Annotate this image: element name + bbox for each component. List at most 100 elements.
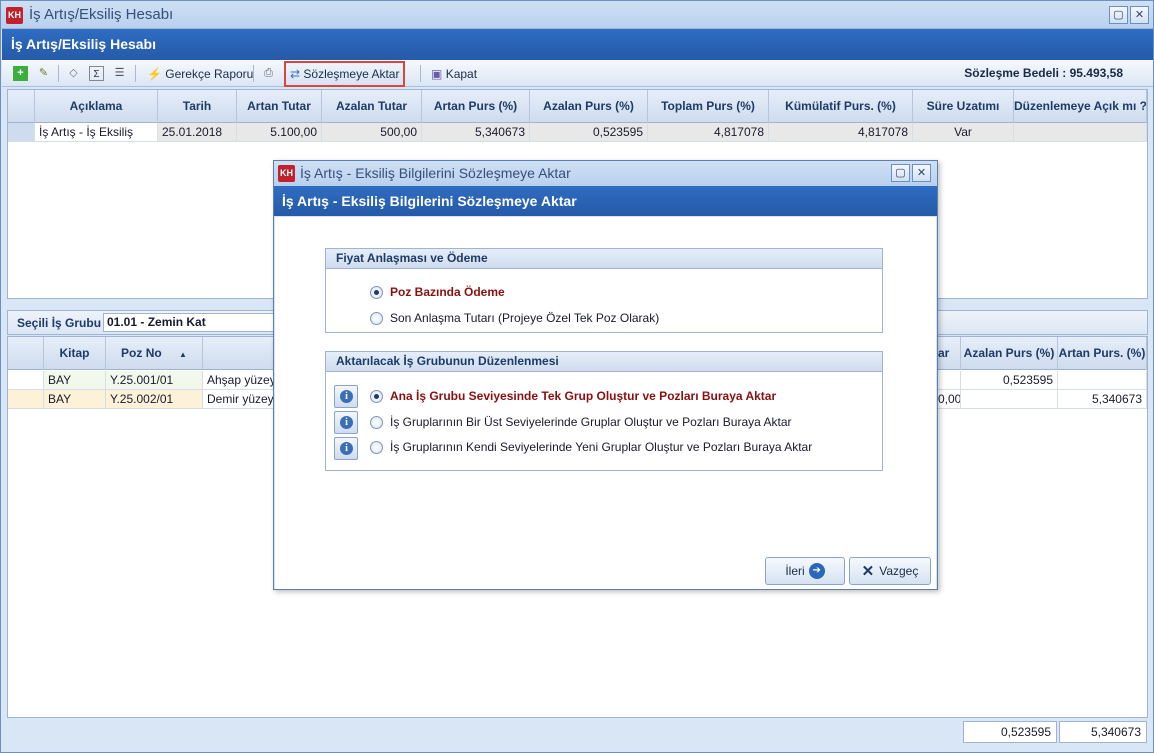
table-cell[interactable] <box>1058 371 1147 390</box>
table-cell[interactable]: Y.25.002/01 <box>106 390 203 409</box>
table-cell[interactable]: Ahşap yüzeyl <box>203 371 275 390</box>
info-button[interactable]: i <box>334 385 358 408</box>
table-cell[interactable]: İş Artış - İş Eksiliş <box>35 123 158 142</box>
table-cell[interactable]: 0,523595 <box>530 123 648 142</box>
eraser-icon[interactable]: ◇ <box>66 66 81 81</box>
radio-indicator <box>370 285 383 299</box>
column-header[interactable]: Artan Purs (%) <box>422 90 530 123</box>
toolbar-separator <box>420 65 421 82</box>
kapat-button[interactable]: ▣ Kapat <box>426 63 482 85</box>
column-header[interactable]: Kümülatif Purs. (%) <box>769 90 913 123</box>
column-header[interactable]: Azalan Tutar <box>322 90 422 123</box>
column-header[interactable] <box>203 337 275 370</box>
group-label: Seçili İş Grubu <box>17 316 102 330</box>
window-titlebar: KH İş Artış/Eksiliş Hesabı ▢ ✕ <box>1 1 1153 29</box>
table-cell[interactable]: Demir yüzeyl <box>203 390 275 409</box>
table-cell[interactable]: BAY <box>44 390 106 409</box>
table-cell[interactable] <box>938 371 961 390</box>
radio-indicator <box>370 311 383 325</box>
table-cell[interactable]: Y.25.001/01 <box>106 371 203 390</box>
cancel-label: Vazgeç <box>879 564 919 578</box>
gerekce-raporu-label: Gerekçe Raporu <box>165 67 254 81</box>
close-button[interactable]: ✕ <box>1130 6 1149 24</box>
report-icon[interactable]: ☰ <box>112 66 127 81</box>
column-header[interactable]: Süre Uzatımı <box>913 90 1014 123</box>
table-cell[interactable] <box>1014 123 1147 142</box>
radio-label: Ana İş Grubu Seviyesinde Tek Grup Oluştu… <box>390 389 777 403</box>
radio-indicator <box>370 440 383 454</box>
radio-kendi-seviye[interactable]: İş Gruplarının Kendi Seviyelerinde Yeni … <box>370 440 812 454</box>
app-logo-icon: KH <box>6 7 23 24</box>
column-header[interactable]: Poz No ▲ <box>106 337 203 370</box>
sozlesmeye-aktar-button[interactable]: ⇄ Sözleşmeye Aktar <box>284 61 406 87</box>
dialog-titlebar: KH İş Artış - Eksiliş Bilgilerini Sözleş… <box>274 161 937 186</box>
toolbar-separator <box>135 65 136 82</box>
column-header[interactable]: Azalan Purs (%) <box>961 337 1058 370</box>
group-select[interactable]: 01.01 - Zemin Kat <box>103 313 283 332</box>
next-button[interactable]: İleri ➔ <box>765 557 845 585</box>
info-button[interactable]: i <box>334 411 358 434</box>
table-cell[interactable]: 0,523595 <box>961 371 1058 390</box>
column-header[interactable]: Artan Tutar <box>237 90 322 123</box>
next-label: İleri <box>785 564 805 578</box>
table-cell[interactable]: 4,817078 <box>769 123 913 142</box>
table-cell[interactable]: 5,340673 <box>422 123 530 142</box>
window-title: İş Artış/Eksiliş Hesabı <box>29 6 174 23</box>
toolbar: + ✎ ◇ Σ ☰ ⚡ Gerekçe Raporu ⎙ ⇄ Sözleşmey… <box>2 60 1153 87</box>
info-icon: i <box>340 390 353 403</box>
table-cell[interactable]: 25.01.2018 <box>158 123 237 142</box>
column-header[interactable]: Düzenlemeye Açık mı ? <box>1014 90 1147 123</box>
arrow-right-icon: ➔ <box>808 563 825 579</box>
radio-son-anlasma[interactable]: Son Anlaşma Tutarı (Projeye Özel Tek Poz… <box>370 311 659 325</box>
maximize-button[interactable]: ▢ <box>1109 6 1128 24</box>
info-button[interactable]: i <box>334 437 358 460</box>
dialog-title: İş Artış - Eksiliş Bilgilerini Sözleşmey… <box>300 165 571 181</box>
row-indicator-header <box>8 337 44 370</box>
dialog-maximize-button[interactable]: ▢ <box>891 164 910 182</box>
column-header[interactable]: Azalan Purs (%) <box>530 90 648 123</box>
table-cell[interactable]: 5.100,00 <box>237 123 322 142</box>
gerekce-raporu-button[interactable]: ⚡ Gerekçe Raporu <box>142 63 258 85</box>
dialog-heading: İş Artış - Eksiliş Bilgilerini Sözleşmey… <box>282 193 577 209</box>
column-header[interactable]: Toplam Purs (%) <box>648 90 769 123</box>
table-cell[interactable]: 5,340673 <box>1058 390 1147 409</box>
radio-poz-bazinda[interactable]: Poz Bazında Ödeme <box>370 285 505 299</box>
table-cell[interactable]: 4,817078 <box>648 123 769 142</box>
row-indicator-header <box>8 90 35 123</box>
poz-no-header-label: Poz No <box>121 346 162 360</box>
column-header[interactable]: ar <box>938 337 961 370</box>
cancel-button[interactable]: ✕ Vazgeç <box>849 557 931 585</box>
group-title: Fiyat Anlaşması ve Ödeme <box>326 249 882 269</box>
table-cell[interactable]: 0,00 <box>938 390 961 409</box>
column-header[interactable]: Kitap <box>44 337 106 370</box>
dialog-close-button[interactable]: ✕ <box>912 164 931 182</box>
table-cell[interactable] <box>961 390 1058 409</box>
table-row[interactable]: İş Artış - İş Eksiliş 25.01.2018 5.100,0… <box>8 123 1147 142</box>
cancel-icon: ✕ <box>861 563 875 580</box>
edit-icon[interactable]: ✎ <box>36 66 51 81</box>
table-cell[interactable]: Var <box>913 123 1014 142</box>
column-header[interactable]: Tarih <box>158 90 237 123</box>
grid-footer: 0,523595 5,340673 <box>7 719 1148 745</box>
radio-label: Poz Bazında Ödeme <box>390 285 505 299</box>
radio-ana-grup[interactable]: Ana İş Grubu Seviyesinde Tek Grup Oluştu… <box>370 389 776 403</box>
table-cell[interactable]: 500,00 <box>322 123 422 142</box>
footer-total-artan: 5,340673 <box>1059 721 1147 743</box>
app-logo-icon: KH <box>278 165 295 182</box>
row-indicator <box>8 390 44 409</box>
exit-icon: ▣ <box>431 67 443 81</box>
sum-icon[interactable]: Σ <box>89 66 104 81</box>
column-header[interactable]: Açıklama <box>35 90 158 123</box>
page-title: İş Artış/Eksiliş Hesabı <box>11 36 156 52</box>
sort-ascending-icon: ▲ <box>179 350 187 359</box>
radio-ust-seviye[interactable]: İş Gruplarının Bir Üst Seviyelerinde Gru… <box>370 415 792 429</box>
table-cell[interactable]: BAY <box>44 371 106 390</box>
print-icon[interactable]: ⎙ <box>261 66 276 81</box>
work-group-arrangement-group: Aktarılacak İş Grubunun Düzenlenmesi i i… <box>325 351 883 471</box>
dialog-header: İş Artış - Eksiliş Bilgilerini Sözleşmey… <box>274 186 937 216</box>
add-icon[interactable]: + <box>13 66 28 81</box>
toolbar-separator <box>58 65 59 82</box>
toolbar-separator <box>253 65 254 82</box>
column-header[interactable]: Artan Purs. (%) <box>1058 337 1147 370</box>
kapat-label: Kapat <box>445 67 478 81</box>
